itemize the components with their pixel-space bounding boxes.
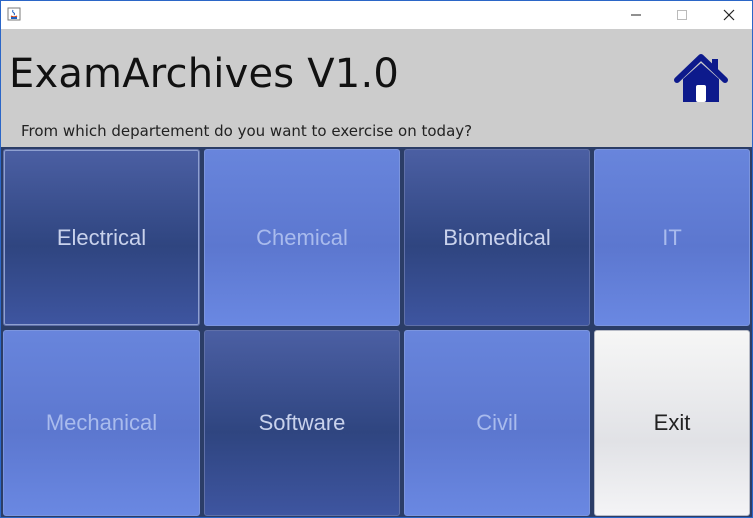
minimize-button[interactable] (613, 1, 659, 29)
title-bar (1, 1, 752, 29)
close-button[interactable] (706, 1, 752, 29)
app-window: ExamArchives V1.0 From which departement… (0, 0, 753, 518)
maximize-button[interactable] (659, 1, 705, 29)
maximize-icon (677, 10, 687, 20)
header-panel: ExamArchives V1.0 From which departement… (1, 29, 752, 147)
mechanical-button[interactable]: Mechanical (3, 330, 200, 516)
home-icon[interactable] (674, 53, 728, 105)
it-button[interactable]: IT (594, 149, 750, 326)
minimize-icon (631, 14, 641, 16)
biomedical-button[interactable]: Biomedical (404, 149, 590, 326)
department-grid: Electrical Chemical Biomedical IT Mechan… (1, 147, 752, 517)
department-prompt: From which departement do you want to ex… (21, 122, 473, 140)
exit-button[interactable]: Exit (594, 330, 750, 516)
close-icon (723, 9, 735, 21)
app-title: ExamArchives V1.0 (9, 51, 400, 97)
chemical-button[interactable]: Chemical (204, 149, 400, 326)
software-button[interactable]: Software (204, 330, 400, 516)
electrical-button[interactable]: Electrical (3, 149, 200, 326)
java-app-icon (7, 7, 21, 21)
civil-button[interactable]: Civil (404, 330, 590, 516)
